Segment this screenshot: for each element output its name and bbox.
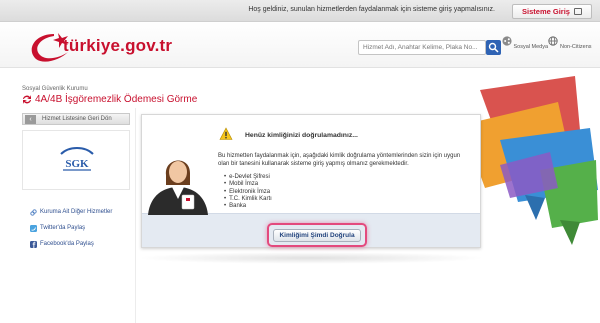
verification-description: Bu hizmetten faydalanmak için, aşağıdaki… [218,153,461,167]
chevron-left-icon: ‹ [25,114,36,124]
sidebar-link-facebook[interactable]: Facebook'da Paylaş [30,236,112,252]
search-button[interactable] [486,40,501,55]
back-to-services-button[interactable]: ‹ Hizmet Listesine Geri Dön [22,113,130,125]
link-icon [30,208,37,216]
sidebar-link-twitter[interactable]: Twitter'da Paylaş [30,220,112,236]
verify-identity-button[interactable]: Kimliğimi Şimdi Doğrula [273,229,361,242]
login-icon [573,8,582,15]
non-citizens-button[interactable]: Non-Citizens [546,36,594,50]
welcome-text: Hoş geldiniz, sunulan hizmetlerden fayda… [248,6,495,13]
sidebar-link-other-services[interactable]: Kuruma Ait Diğer Hizmetler [30,204,112,220]
sgk-logo: SGK [60,147,94,171]
login-button[interactable]: Sisteme Giriş [512,4,592,19]
list-item: T.C. Kimlik Kartı [224,196,272,203]
search-input[interactable]: Hizmet Adı, Anahtar Kelime, Plaka No... [358,40,486,55]
sidebar-links: Kuruma Ait Diğer Hizmetler Twitter'da Pa… [30,204,112,252]
top-bar: Hoş geldiniz, sunulan hizmetlerden fayda… [0,0,600,22]
social-media-button[interactable]: Sosyal Medya [501,36,549,50]
institution-logo-box: SGK [22,130,130,190]
non-citizens-label: Non-Citizens [560,44,592,50]
sidebar-link-label: Facebook'da Paylaş [40,241,94,247]
globe-icon [548,36,559,46]
warning-icon [219,127,233,140]
list-item: Elektronik İmza [224,189,272,196]
breadcrumb[interactable]: Sosyal Güvenlik Kurumu [22,86,88,92]
verification-title: Henüz kimliğinizi doğrulamadınız... [245,132,358,139]
support-agent-illustration [148,160,208,215]
panel-shadow [136,252,486,264]
search-icon [488,42,499,53]
verification-methods-list: e-Devlet Şifresi Mobil İmza Elektronik İ… [224,174,272,210]
svg-text:SGK: SGK [65,158,89,170]
page-title: 4A/4B İşgöremezlik Ödemesi Görme [22,94,197,105]
facebook-icon [30,240,37,248]
content-divider [135,108,136,323]
social-media-label: Sosyal Medya [513,44,549,50]
site-logo-text[interactable]: türkiye.gov.tr [63,36,172,56]
verify-button-highlight: Kimliğimi Şimdi Doğrula [267,223,367,247]
identity-verification-panel: Henüz kimliğinizi doğrulamadınız... Bu h… [141,114,481,248]
login-button-label: Sisteme Giriş [522,7,570,16]
refresh-arrows-icon [23,95,31,104]
list-item: Mobil İmza [224,181,272,188]
sidebar-link-label: Kuruma Ait Diğer Hizmetler [40,209,113,215]
share-icon [502,36,512,46]
list-item: Banka [224,203,272,210]
page-title-text: 4A/4B İşgöremezlik Ödemesi Görme [35,94,198,105]
twitter-icon [30,224,37,232]
sidebar-link-label: Twitter'da Paylaş [40,225,86,231]
back-button-label: Hizmet Listesine Geri Dön [42,116,112,122]
